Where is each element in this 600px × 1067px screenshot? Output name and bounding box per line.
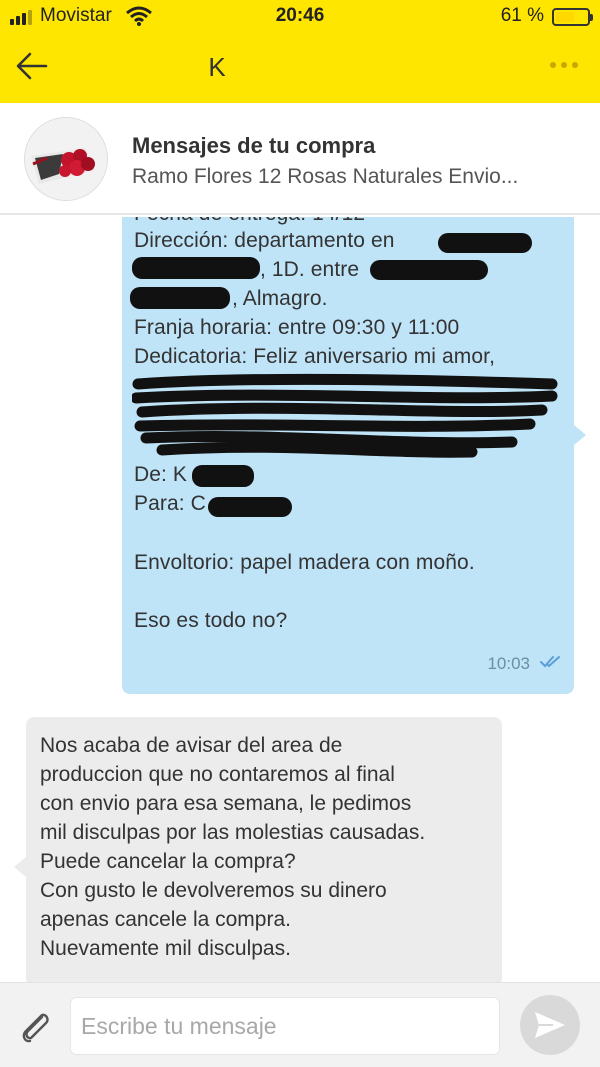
purchase-title: Mensajes de tu compra (132, 133, 376, 158)
message-line: produccion que no contaremos al final (40, 763, 395, 786)
message-line: , 1D. entre (260, 258, 360, 281)
incoming-message: Nos acaba de avisar del area de producci… (14, 717, 502, 982)
redaction-mark (192, 465, 254, 487)
message-line: apenas cancele la compra. (40, 908, 291, 931)
message-line: Eso es todo no? (134, 609, 288, 632)
message-line: De: K (134, 463, 188, 486)
product-name: Ramo Flores 12 Rosas Naturales Envio... (132, 165, 519, 188)
redaction-mark (438, 233, 532, 253)
redaction-mark (208, 497, 292, 517)
purchase-header[interactable]: Mensajes de tu compra Ramo Flores 12 Ros… (0, 103, 600, 215)
message-line: mil disculpas por las molestias causadas… (40, 821, 426, 844)
message-line: Nuevamente mil disculpas. (40, 937, 291, 960)
top-bar: Movistar 20:46 61 % K (0, 0, 600, 103)
message-line: Fecha de entrega: 14/12 (134, 217, 365, 226)
message-line: Envoltorio: papel madera con moño. (134, 551, 475, 574)
message-line: Dirección: departamento en (134, 229, 395, 252)
more-dots-icon[interactable] (550, 62, 578, 68)
message-time: 10:03 (487, 654, 530, 673)
message-line: , Almagro. (232, 287, 328, 310)
composer-bar (0, 982, 600, 1067)
message-line: con envio para esa semana, le pedimos (40, 792, 412, 815)
send-button[interactable] (520, 995, 580, 1055)
message-line: Dedicatoria: Feliz aniversario mi amor, (134, 345, 496, 368)
message-line: Nos acaba de avisar del area de (40, 734, 343, 757)
status-bar: Movistar 20:46 61 % (0, 0, 600, 32)
redaction-mark (132, 257, 260, 279)
double-check-icon (540, 656, 560, 668)
message-line: Puede cancelar la compra? (40, 850, 296, 873)
message-line: Franja horaria: entre 09:30 y 11:00 (134, 316, 460, 339)
chat-area[interactable]: Fecha de entrega: 14/12 Dirección: depar… (0, 217, 600, 982)
redaction-mark (130, 287, 230, 309)
product-thumbnail (24, 117, 108, 201)
message-line: Para: C (134, 492, 206, 515)
conversation-title: K (208, 52, 226, 82)
battery-percent: 61 % (500, 5, 544, 26)
paperclip-icon[interactable] (18, 1009, 54, 1045)
message-line: Con gusto le devolveremos su dinero (40, 879, 387, 902)
message-input[interactable] (70, 997, 500, 1055)
battery-icon (552, 8, 593, 26)
outgoing-message: Fecha de entrega: 14/12 Dirección: depar… (122, 217, 586, 694)
redaction-mark (370, 260, 488, 280)
scribble-redaction (132, 373, 558, 458)
send-icon (535, 1012, 565, 1038)
